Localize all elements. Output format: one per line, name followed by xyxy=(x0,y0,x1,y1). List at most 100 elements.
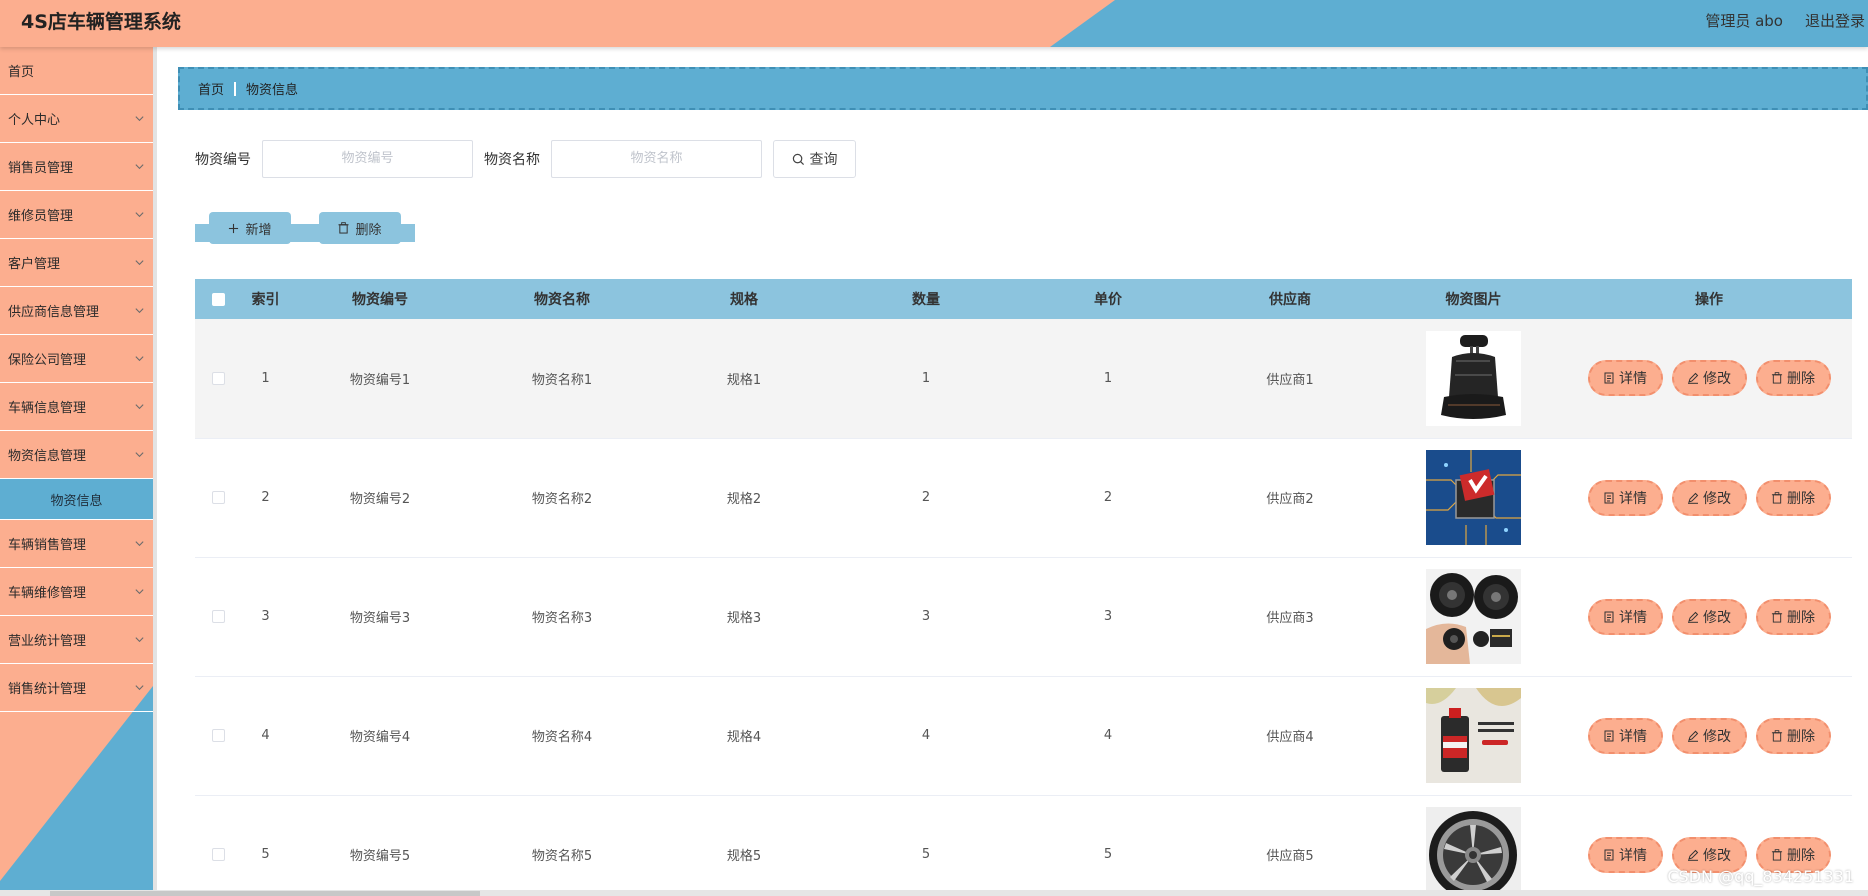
edit-button[interactable]: 修改 xyxy=(1671,598,1747,635)
code-cell: 物资编号2 xyxy=(349,492,411,507)
table-row[interactable]: 1 物资编号1 物资名称1 规格1 1 1 供应商1 详情 修改 删除 xyxy=(195,319,1852,438)
row-select-cell xyxy=(195,676,242,795)
detail-label: 详情 xyxy=(1619,728,1647,745)
price-cell: 3 xyxy=(1103,609,1113,624)
delete-button[interactable]: 删除 xyxy=(1755,360,1831,397)
table-row[interactable]: 4 物资编号4 物资名称4 规格4 4 4 供应商4 详情 修改 删除 xyxy=(195,676,1852,795)
batch-delete-button[interactable]: 删除 xyxy=(319,212,401,244)
select-all-checkbox[interactable] xyxy=(212,292,225,306)
document-icon xyxy=(1604,492,1614,503)
edit-label: 修改 xyxy=(1703,847,1731,864)
table-row[interactable]: 2 物资编号2 物资名称2 规格2 2 2 供应商2 详情 修改 删除 xyxy=(195,438,1852,557)
quantity-cell: 4 xyxy=(921,728,931,743)
sidebar-menu-item[interactable]: 销售员管理 xyxy=(0,143,153,191)
document-icon xyxy=(1604,372,1614,384)
sidebar-subitem-active[interactable]: 物资信息 xyxy=(0,479,153,520)
name-search-input[interactable]: 物资名称 xyxy=(551,140,762,178)
sidebar-item-label: 销售员管理 xyxy=(8,161,74,176)
sidebar-menu-item[interactable]: 物资信息管理 xyxy=(0,431,153,479)
admin-user-label[interactable]: 管理员 abo xyxy=(1705,10,1783,31)
sidebar-item-label: 物资信息管理 xyxy=(8,449,87,464)
sidebar-item-label: 维修员管理 xyxy=(8,209,74,224)
detail-button[interactable]: 详情 xyxy=(1587,717,1663,754)
add-button[interactable]: 新增 xyxy=(209,212,291,244)
sidebar-menu-item[interactable]: 个人中心 xyxy=(0,95,153,143)
delete-label: 删除 xyxy=(1787,728,1815,745)
detail-button[interactable]: 详情 xyxy=(1587,360,1663,397)
code-cell: 物资编号4 xyxy=(349,730,411,745)
edit-icon xyxy=(1688,849,1699,861)
delete-label: 删除 xyxy=(1787,847,1815,864)
column-header: 供应商 xyxy=(1269,292,1311,308)
delete-button[interactable]: 删除 xyxy=(1755,598,1831,635)
operations-cell: 详情 修改 删除 xyxy=(1566,676,1852,795)
sidebar-menu-item[interactable]: 保险公司管理 xyxy=(0,335,153,383)
edit-button[interactable]: 修改 xyxy=(1671,479,1747,516)
supplier-cell: 供应商5 xyxy=(1266,849,1314,864)
chevron-down-icon xyxy=(135,308,144,314)
edit-button[interactable]: 修改 xyxy=(1671,717,1747,754)
detail-button[interactable]: 详情 xyxy=(1587,836,1663,873)
sidebar-item-label: 客户管理 xyxy=(8,257,61,272)
row-checkbox[interactable] xyxy=(212,848,225,861)
chevron-down-icon xyxy=(135,164,144,170)
sidebar-menu-item[interactable]: 供应商信息管理 xyxy=(0,287,153,335)
document-icon xyxy=(1604,611,1614,622)
index-cell: 5 xyxy=(261,847,270,862)
detail-button[interactable]: 详情 xyxy=(1587,598,1663,635)
sidebar-subitem-label: 物资信息 xyxy=(50,493,103,509)
sidebar-menu-item[interactable]: 客户管理 xyxy=(0,239,153,287)
row-checkbox[interactable] xyxy=(212,491,225,504)
chevron-down-icon xyxy=(135,212,144,218)
trash-icon xyxy=(1771,848,1783,861)
index-cell: 1 xyxy=(261,370,270,386)
breadcrumb-home[interactable]: 首页 xyxy=(198,79,224,98)
engine-oil-image[interactable] xyxy=(1426,688,1521,783)
trash-icon xyxy=(1771,491,1783,504)
sidebar-item-label: 销售统计管理 xyxy=(8,682,87,697)
scrollbar-thumb[interactable] xyxy=(50,891,480,896)
detail-label: 详情 xyxy=(1619,847,1647,864)
sidebar-menu-item[interactable]: 车辆信息管理 xyxy=(0,383,153,431)
query-button[interactable]: 查询 xyxy=(773,140,856,178)
sidebar: 首页 个人中心销售员管理维修员管理客户管理供应商信息管理 保险公司管理 车辆信息管理物… xyxy=(0,47,153,896)
row-checkbox[interactable] xyxy=(212,729,225,742)
image-cell xyxy=(1381,557,1566,676)
row-checkbox[interactable] xyxy=(212,610,225,623)
code-search-label: 物资编号 xyxy=(195,152,251,168)
column-header: 物资编号 xyxy=(352,292,408,308)
breadcrumb: 首页 物资信息 xyxy=(178,67,1868,110)
logout-link[interactable]: 退出登录 xyxy=(1805,10,1865,31)
row-checkbox[interactable] xyxy=(212,371,225,385)
operations-cell: 详情 修改 删除 xyxy=(1566,557,1852,676)
row-select-cell xyxy=(195,319,242,438)
sidebar-menu-item[interactable]: 首页 xyxy=(0,47,153,95)
sidebar-menu-item[interactable]: 维修员管理 xyxy=(0,191,153,239)
quantity-cell: 2 xyxy=(921,490,931,505)
delete-label: 删除 xyxy=(1787,609,1815,626)
car-seat-image[interactable] xyxy=(1426,330,1521,426)
spec-cell: 规格4 xyxy=(726,730,762,745)
edit-button[interactable]: 修改 xyxy=(1671,360,1747,397)
chip-image[interactable] xyxy=(1426,450,1521,545)
table-row[interactable]: 3 物资编号3 物资名称3 规格3 3 3 供应商3 详情 修改 删除 xyxy=(195,557,1852,676)
image-cell xyxy=(1381,795,1566,896)
table-row[interactable]: 5 物资编号5 物资名称5 规格5 5 5 供应商5 详情 修改 删除 xyxy=(195,795,1852,896)
sidebar-menu-item[interactable]: 营业统计管理 xyxy=(0,616,153,664)
operations-cell: 详情 修改 删除 xyxy=(1566,319,1852,438)
delete-button[interactable]: 删除 xyxy=(1755,717,1831,754)
sidebar-item-label: 营业统计管理 xyxy=(8,634,87,649)
search-bar: 物资编号 物资编号 物资名称 物资名称 查询 xyxy=(195,140,856,178)
detail-button[interactable]: 详情 xyxy=(1587,479,1663,516)
delete-button[interactable]: 删除 xyxy=(1755,479,1831,516)
sidebar-menu-item[interactable]: 销售统计管理 xyxy=(0,664,153,712)
wheel-rim-image[interactable] xyxy=(1426,807,1521,896)
index-cell: 4 xyxy=(261,728,270,743)
sidebar-menu-item[interactable]: 车辆维修管理 xyxy=(0,568,153,616)
sidebar-menu-item[interactable]: 车辆销售管理 xyxy=(0,520,153,568)
speakers-image[interactable] xyxy=(1426,569,1521,664)
code-search-input[interactable]: 物资编号 xyxy=(262,140,473,178)
header-user-area: 管理员 abo 退出登录 xyxy=(1705,10,1865,31)
code-cell: 物资编号1 xyxy=(349,372,411,388)
delete-label: 删除 xyxy=(1787,371,1815,388)
